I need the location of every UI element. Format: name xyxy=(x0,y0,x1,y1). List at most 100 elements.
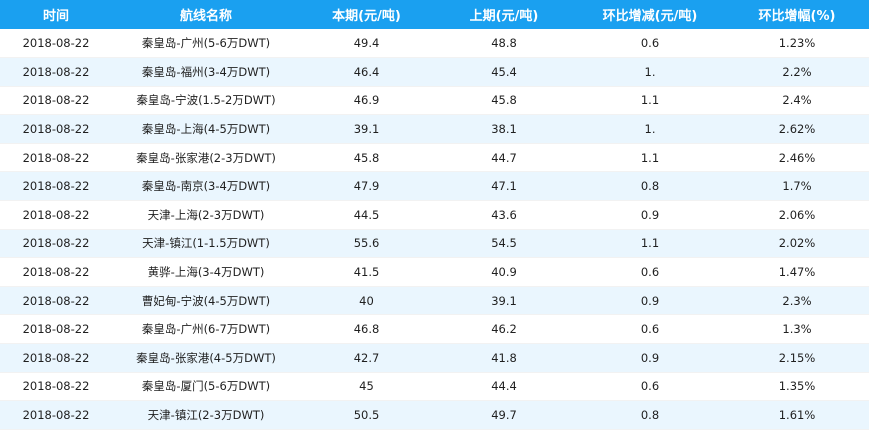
cell-current-period: 42.7 xyxy=(300,343,433,373)
cell-previous-period: 47.1 xyxy=(433,171,575,202)
cell-date: 2018-08-22 xyxy=(0,400,112,430)
cell-current-period: 49.4 xyxy=(300,29,433,59)
table-row: 2018-08-22 秦皇岛-宁波(1.5-2万DWT) 46.9 45.8 1.1 2.… xyxy=(0,86,869,116)
cell-change: 0.6 xyxy=(575,314,725,345)
cell-change: 1.1 xyxy=(575,229,725,259)
cell-route: 秦皇岛-福州(3-4万DWT) xyxy=(112,57,300,87)
cell-date: 2018-08-22 xyxy=(0,114,112,144)
cell-route: 秦皇岛-广州(5-6万DWT) xyxy=(112,29,300,59)
cell-route: 天津-镇江(2-3万DWT) xyxy=(112,400,300,430)
cell-route: 天津-上海(2-3万DWT) xyxy=(112,200,300,230)
table-row: 2018-08-22 秦皇岛-上海(4-5万DWT) 39.1 38.1 1. 2.62% xyxy=(0,114,869,144)
cell-route: 黄骅-上海(3-4万DWT) xyxy=(112,257,300,287)
freight-rate-table: 时间 航线名称 本期(元/吨) 上期(元/吨) 环比增减(元/吨) 环比增幅(%… xyxy=(0,0,869,430)
cell-previous-period: 45.8 xyxy=(433,86,575,116)
cell-change-percent: 2.4% xyxy=(725,86,869,116)
table-row: 2018-08-22 秦皇岛-福州(3-4万DWT) 46.4 45.4 1. 2.2% xyxy=(0,57,869,87)
header-route: 航线名称 xyxy=(179,9,232,24)
cell-route: 秦皇岛-张家港(4-5万DWT) xyxy=(112,343,300,373)
cell-change-percent: 2.15% xyxy=(725,343,869,373)
cell-date: 2018-08-22 xyxy=(0,86,112,116)
table-row: 2018-08-22 秦皇岛-广州(6-7万DWT) 46.8 46.2 0.6 1.3% xyxy=(0,314,869,345)
cell-date: 2018-08-22 xyxy=(0,343,112,373)
cell-change: 0.9 xyxy=(575,200,725,230)
cell-current-period: 44.5 xyxy=(300,200,433,230)
cell-previous-period: 41.8 xyxy=(433,343,575,373)
cell-date: 2018-08-22 xyxy=(0,29,112,59)
header-change: 环比增减(元/吨) xyxy=(602,9,698,24)
cell-date: 2018-08-22 xyxy=(0,200,112,230)
cell-route: 秦皇岛-宁波(1.5-2万DWT) xyxy=(112,86,300,116)
cell-date: 2018-08-22 xyxy=(0,257,112,287)
table-row: 2018-08-22 秦皇岛-张家港(2-3万DWT) 45.8 44.7 1.1 2.4… xyxy=(0,143,869,173)
cell-change-percent: 2.02% xyxy=(725,229,869,259)
cell-previous-period: 40.9 xyxy=(433,257,575,287)
cell-route: 秦皇岛-厦门(5-6万DWT) xyxy=(112,372,300,402)
cell-previous-period: 44.4 xyxy=(433,372,575,402)
cell-change: 0.6 xyxy=(575,29,725,59)
cell-current-period: 46.4 xyxy=(300,57,433,87)
cell-date: 2018-08-22 xyxy=(0,286,112,316)
table-row: 2018-08-22 秦皇岛-厦门(5-6万DWT) 45 44.4 0.6 1.35% xyxy=(0,372,869,402)
cell-current-period: 46.9 xyxy=(300,86,433,116)
cell-change: 1. xyxy=(575,57,725,87)
cell-date: 2018-08-22 xyxy=(0,57,112,87)
table-row: 2018-08-22 天津-镇江(1-1.5万DWT) 55.6 54.5 1.1 2.0… xyxy=(0,229,869,259)
cell-change-percent: 1.35% xyxy=(725,372,869,402)
cell-previous-period: 39.1 xyxy=(433,286,575,316)
cell-change-percent: 2.46% xyxy=(725,143,869,173)
cell-change: 0.6 xyxy=(575,372,725,402)
cell-change: 0.8 xyxy=(575,400,725,430)
cell-current-period: 45 xyxy=(300,372,433,402)
table-row: 2018-08-22 秦皇岛-张家港(4-5万DWT) 42.7 41.8 0.9 2.1… xyxy=(0,343,869,373)
table-body: 2018-08-22 秦皇岛-广州(5-6万DWT) 49.4 48.8 0.6 1.23… xyxy=(0,29,869,430)
cell-change-percent: 1.23% xyxy=(725,29,869,59)
header-current-period: 本期(元/吨) xyxy=(332,9,401,24)
cell-route: 秦皇岛-上海(4-5万DWT) xyxy=(112,114,300,144)
cell-current-period: 40 xyxy=(300,286,433,316)
cell-current-period: 39.1 xyxy=(300,114,433,144)
cell-change: 1. xyxy=(575,114,725,144)
cell-change: 0.6 xyxy=(575,257,725,287)
cell-change: 1.1 xyxy=(575,143,725,173)
cell-change-percent: 1.61% xyxy=(725,400,869,430)
cell-current-period: 46.8 xyxy=(300,314,433,345)
cell-change-percent: 1.3% xyxy=(725,314,869,345)
cell-change-percent: 2.06% xyxy=(725,200,869,230)
cell-change-percent: 1.47% xyxy=(725,257,869,287)
cell-change-percent: 2.2% xyxy=(725,57,869,87)
cell-date: 2018-08-22 xyxy=(0,171,112,202)
cell-change: 1.1 xyxy=(575,86,725,116)
table-row: 2018-08-22 秦皇岛-南京(3-4万DWT) 47.9 47.1 0.8 1.7% xyxy=(0,171,869,202)
table-row: 2018-08-22 天津-镇江(2-3万DWT) 50.5 49.7 0.8 1.61% xyxy=(0,400,869,430)
table-header: 时间 航线名称 本期(元/吨) 上期(元/吨) 环比增减(元/吨) 环比增幅(%… xyxy=(0,0,869,29)
header-date: 时间 xyxy=(42,9,69,24)
cell-route: 天津-镇江(1-1.5万DWT) xyxy=(112,229,300,259)
cell-current-period: 50.5 xyxy=(300,400,433,430)
cell-route: 曹妃甸-宁波(4-5万DWT) xyxy=(112,286,300,316)
cell-previous-period: 54.5 xyxy=(433,229,575,259)
table-row: 2018-08-22 天津-上海(2-3万DWT) 44.5 43.6 0.9 2.06% xyxy=(0,200,869,230)
cell-current-period: 55.6 xyxy=(300,229,433,259)
table-row: 2018-08-22 黄骅-上海(3-4万DWT) 41.5 40.9 0.6 1.47% xyxy=(0,257,869,287)
cell-previous-period: 45.4 xyxy=(433,57,575,87)
cell-route: 秦皇岛-张家港(2-3万DWT) xyxy=(112,143,300,173)
table-row: 2018-08-22 秦皇岛-广州(5-6万DWT) 49.4 48.8 0.6 1.23… xyxy=(0,29,869,59)
cell-previous-period: 48.8 xyxy=(433,29,575,59)
header-change-percent: 环比增幅(%) xyxy=(758,9,836,24)
cell-change: 0.9 xyxy=(575,286,725,316)
cell-change-percent: 2.62% xyxy=(725,114,869,144)
cell-previous-period: 46.2 xyxy=(433,314,575,345)
cell-date: 2018-08-22 xyxy=(0,229,112,259)
cell-date: 2018-08-22 xyxy=(0,143,112,173)
cell-change: 0.8 xyxy=(575,171,725,202)
cell-date: 2018-08-22 xyxy=(0,372,112,402)
cell-current-period: 47.9 xyxy=(300,171,433,202)
cell-change: 0.9 xyxy=(575,343,725,373)
cell-current-period: 41.5 xyxy=(300,257,433,287)
cell-route: 秦皇岛-南京(3-4万DWT) xyxy=(112,171,300,202)
cell-previous-period: 43.6 xyxy=(433,200,575,230)
header-row: 时间 航线名称 本期(元/吨) 上期(元/吨) 环比增减(元/吨) 环比增幅(%… xyxy=(0,0,869,29)
cell-current-period: 45.8 xyxy=(300,143,433,173)
cell-route: 秦皇岛-广州(6-7万DWT) xyxy=(112,314,300,345)
